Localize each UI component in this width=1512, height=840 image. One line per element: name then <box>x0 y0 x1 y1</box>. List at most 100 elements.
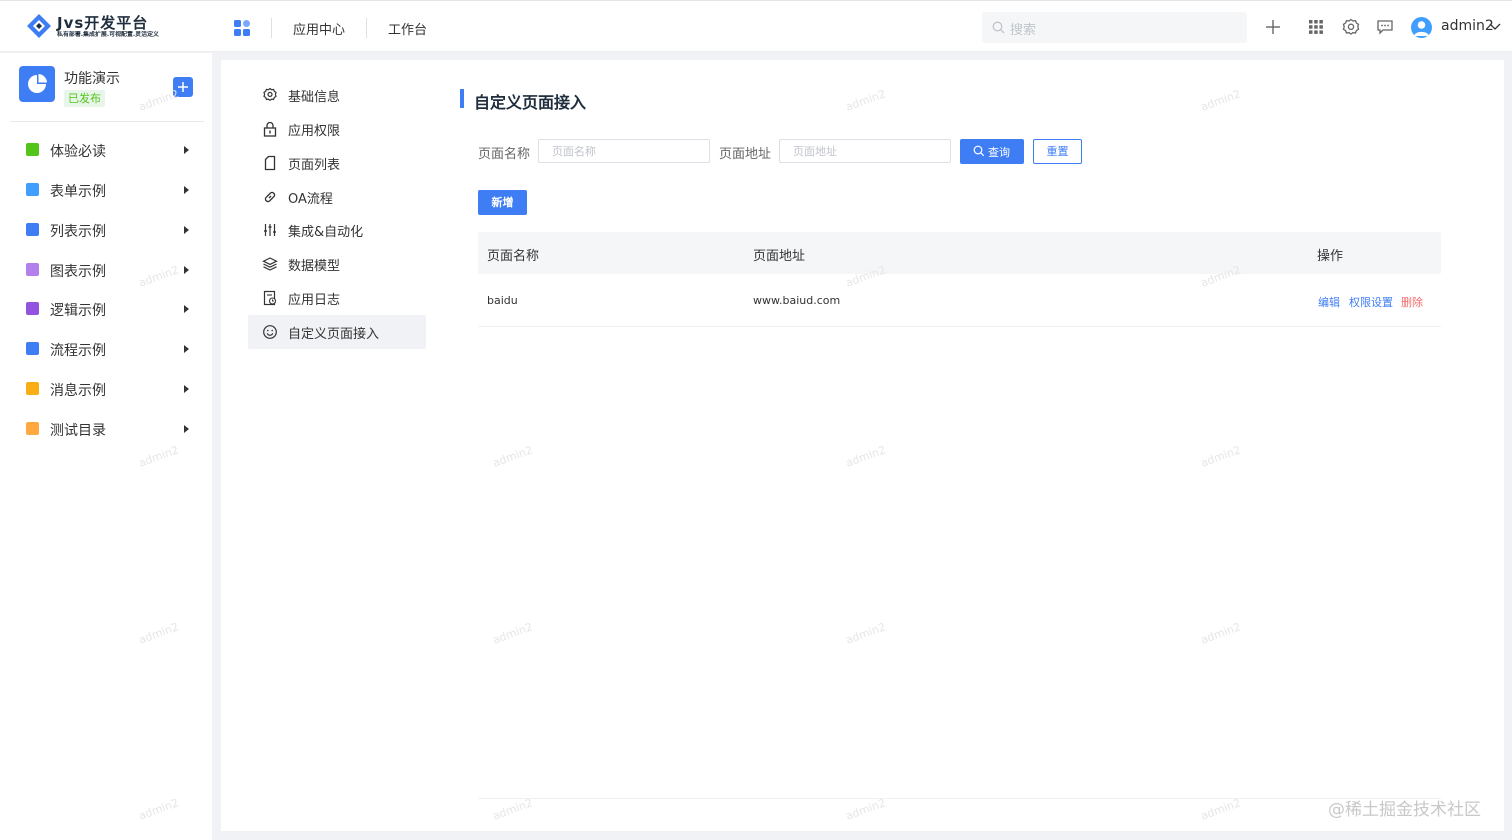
menu-label: 页面列表 <box>288 158 341 173</box>
menu-item-app-log[interactable]: 应用日志 <box>248 281 426 315</box>
sidebar-item-label: 表单示例 <box>50 184 106 200</box>
query-button-label: 查询 <box>988 146 1010 159</box>
sidebar-item-logic[interactable]: 逻辑示例 <box>0 289 212 329</box>
page-url-label: 页面地址 <box>719 147 772 162</box>
caret-right-icon <box>184 266 189 274</box>
reset-button[interactable]: 重置 <box>1033 139 1082 164</box>
folder-icon <box>26 143 39 156</box>
sidebar-item-message[interactable]: 消息示例 <box>0 369 212 409</box>
message-icon[interactable] <box>1375 17 1395 37</box>
edit-link[interactable]: 编辑 <box>1318 294 1340 310</box>
username[interactable]: admin2 <box>1441 18 1494 34</box>
search-icon <box>973 145 985 157</box>
column-header-actions: 操作 <box>1317 249 1344 264</box>
menu-label: 应用日志 <box>288 293 341 308</box>
settings-icon[interactable] <box>1341 17 1361 37</box>
menu-label: 基础信息 <box>288 90 341 105</box>
caret-right-icon <box>184 425 189 433</box>
menu-item-integration[interactable]: 集成&自动化 <box>248 213 426 247</box>
menu-item-basic-info[interactable]: 基础信息 <box>248 78 426 112</box>
page-url-field[interactable] <box>779 139 951 163</box>
sidebar-item-label: 消息示例 <box>50 383 106 399</box>
global-search-input[interactable]: 搜索 <box>982 12 1247 43</box>
delete-link[interactable]: 删除 <box>1401 294 1423 310</box>
caret-right-icon <box>184 146 189 154</box>
folder-icon <box>26 382 39 395</box>
menu-item-oa-flow[interactable]: OA流程 <box>248 180 426 214</box>
sidebar-item-flow[interactable]: 流程示例 <box>0 329 212 369</box>
log-icon <box>263 290 277 306</box>
page-name-input[interactable] <box>539 140 709 162</box>
sidebar-item-experience[interactable]: 体验必读 <box>0 130 212 170</box>
gear-icon <box>263 87 277 102</box>
nav-app-center[interactable]: 应用中心 <box>293 19 345 38</box>
table-header: 页面名称 页面地址 操作 <box>478 232 1441 274</box>
menu-label: 数据模型 <box>288 259 341 274</box>
link-icon <box>264 191 276 203</box>
caret-right-icon <box>184 345 189 353</box>
caret-right-icon <box>184 385 189 393</box>
search-placeholder: 搜索 <box>1010 23 1037 38</box>
nav-divider <box>366 18 367 38</box>
nav-workbench[interactable]: 工作台 <box>388 19 427 38</box>
sidebar-item-test[interactable]: 测试目录 <box>0 409 212 449</box>
plus-icon[interactable] <box>1263 17 1283 37</box>
plus-icon <box>178 82 188 92</box>
table-row: baidu www.baiud.com 编辑 权限设置 删除 <box>478 281 1441 327</box>
sidebar-item-label: 逻辑示例 <box>50 303 106 319</box>
menu-item-page-list[interactable]: 页面列表 <box>248 146 426 180</box>
caret-right-icon <box>184 305 189 313</box>
menu-item-app-permission[interactable]: 应用权限 <box>248 112 426 146</box>
sidebar-item-form[interactable]: 表单示例 <box>0 170 212 210</box>
user-avatar[interactable] <box>1411 17 1432 38</box>
menu-item-custom-page[interactable]: 自定义页面接入 <box>248 315 426 349</box>
column-header-url: 页面地址 <box>753 249 806 264</box>
page-title: 自定义页面接入 <box>474 93 587 112</box>
sidebar-item-label: 图表示例 <box>50 264 106 280</box>
caret-right-icon <box>184 186 189 194</box>
page-name-label: 页面名称 <box>478 147 531 162</box>
layers-icon <box>262 257 278 271</box>
folder-icon <box>26 342 39 355</box>
app-icon <box>19 66 55 102</box>
sidebar-item-label: 测试目录 <box>50 423 106 439</box>
menu-item-data-model[interactable]: 数据模型 <box>248 247 426 281</box>
add-button[interactable] <box>173 77 193 97</box>
app-name: 功能演示 <box>64 71 120 87</box>
app-sidebar: 功能演示 已发布 体验必读 表单示例 列表示例 图表示例 逻辑示例 流程示例 消… <box>0 53 212 840</box>
folder-icon <box>26 422 39 435</box>
pie-chart-icon <box>28 74 47 93</box>
top-bar: Jvs开发平台 私有部署.集成扩展.可视配置.灵活定义 应用中心 工作台 搜索 <box>0 0 1512 52</box>
source-credit: @稀土掘金技术社区 <box>1328 800 1481 820</box>
smile-icon <box>263 325 277 339</box>
sidebar-item-list[interactable]: 列表示例 <box>0 210 212 250</box>
cell-page-url: www.baiud.com <box>753 294 841 307</box>
column-header-name: 页面名称 <box>487 249 540 264</box>
page-name-field[interactable] <box>538 139 710 163</box>
folder-icon <box>26 302 39 315</box>
chevron-down-icon[interactable] <box>1489 22 1501 32</box>
folder-icon <box>26 223 39 236</box>
user-icon <box>1414 21 1429 36</box>
sidebar-item-label: 列表示例 <box>50 224 106 240</box>
query-button[interactable]: 查询 <box>960 139 1024 164</box>
page-icon <box>264 155 276 171</box>
status-badge: 已发布 <box>64 90 105 107</box>
add-page-button[interactable]: 新增 <box>478 190 527 215</box>
sliders-icon <box>264 224 276 236</box>
menu-label: OA流程 <box>288 192 333 207</box>
search-icon <box>992 21 1005 34</box>
sidebar-item-label: 流程示例 <box>50 343 106 359</box>
logo-icon <box>27 14 51 38</box>
brand-logo[interactable]: Jvs开发平台 私有部署.集成扩展.可视配置.灵活定义 <box>26 11 196 43</box>
brand-subtitle: 私有部署.集成扩展.可视配置.灵活定义 <box>57 30 159 38</box>
title-accent <box>460 89 464 108</box>
main-panel: 基础信息 应用权限 页面列表 OA流程 集成&自动化 数据模型 应用日志 自定义… <box>221 60 1504 831</box>
app-grid-icon[interactable] <box>234 20 250 36</box>
sidebar-item-label: 体验必读 <box>50 144 106 160</box>
grid-icon[interactable] <box>1306 17 1326 37</box>
menu-label: 集成&自动化 <box>288 225 364 240</box>
sidebar-item-chart[interactable]: 图表示例 <box>0 250 212 290</box>
permission-settings-link[interactable]: 权限设置 <box>1349 294 1393 310</box>
page-url-input[interactable] <box>780 140 950 162</box>
